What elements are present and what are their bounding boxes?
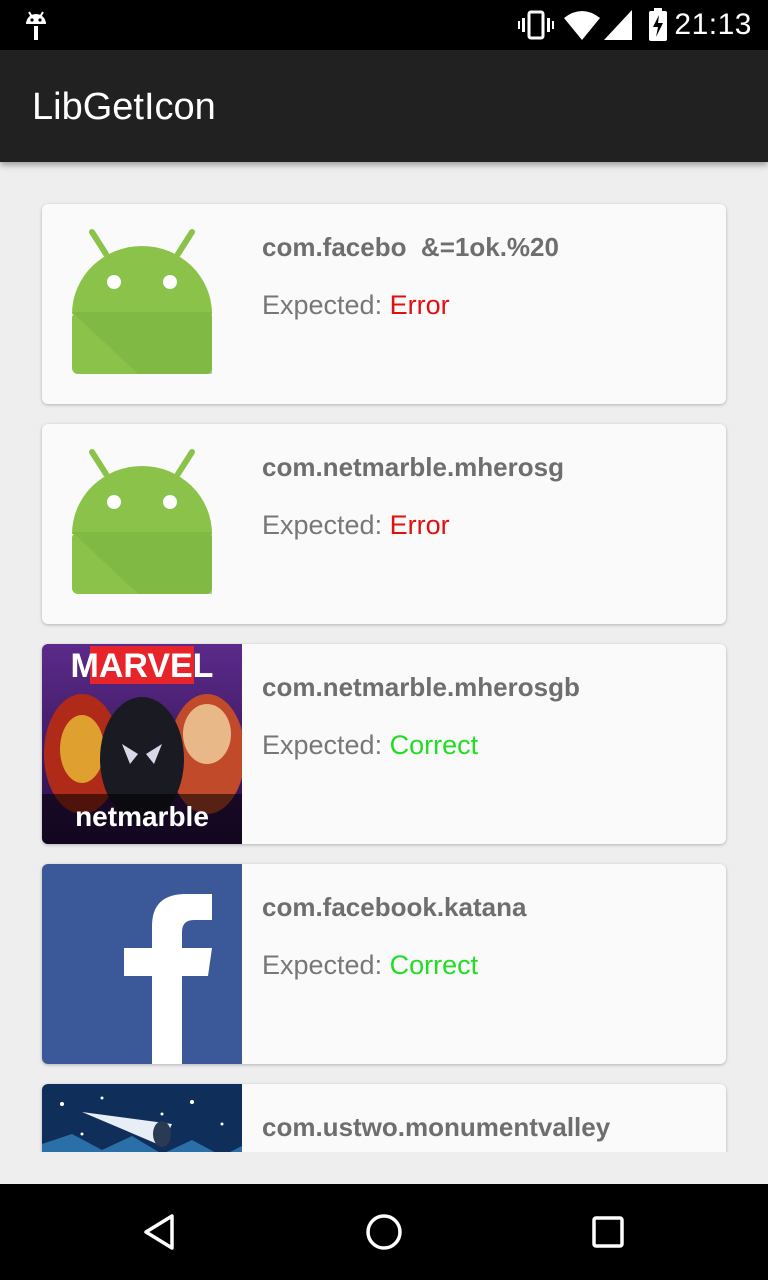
package-list[interactable]: com.facebo &=1ok.%20 Expected: Error com… — [0, 162, 768, 1152]
recents-icon[interactable] — [584, 1208, 632, 1256]
vibrate-icon — [518, 10, 554, 40]
back-icon[interactable] — [136, 1208, 184, 1256]
list-item[interactable]: com.facebook.katana Expected: Correct — [42, 864, 726, 1064]
package-name: com.facebook.katana — [262, 892, 527, 922]
navigation-bar — [0, 1184, 768, 1280]
signal-icon — [604, 10, 632, 40]
expected-label: Expected: — [262, 510, 390, 540]
clock: 21:13 — [674, 8, 752, 41]
expected-label: Expected: — [262, 950, 390, 980]
android-default-icon — [72, 229, 212, 374]
list-item[interactable]: com.netmarble.mherosg Expected: Error — [42, 424, 726, 624]
package-name: com.netmarble.mherosg — [262, 452, 564, 482]
list-item[interactable]: com.ustwo.monumentvalley — [42, 1084, 726, 1152]
expected-status: Expected: Error — [262, 290, 450, 321]
list-item[interactable]: MARVEL netmarble com.netmarble.mherosgb … — [42, 644, 726, 844]
android-debug-icon — [26, 11, 46, 40]
expected-value: Correct — [389, 950, 479, 980]
list-item[interactable]: com.facebo &=1ok.%20 Expected: Error — [42, 204, 726, 404]
expected-value: Error — [389, 510, 450, 540]
expected-status: Expected: Correct — [262, 730, 478, 761]
marvel-text: MARVEL — [71, 647, 214, 685]
battery-charging-icon — [649, 8, 667, 41]
home-icon[interactable] — [360, 1208, 408, 1256]
expected-label: Expected: — [262, 730, 390, 760]
expected-status: Expected: Error — [262, 510, 450, 541]
android-default-icon — [72, 449, 212, 594]
app-title: LibGetIcon — [32, 86, 216, 128]
package-name: com.ustwo.monumentvalley — [262, 1112, 611, 1142]
package-name: com.netmarble.mherosgb — [262, 672, 580, 702]
app-bar: LibGetIcon — [0, 50, 768, 162]
expected-value: Error — [389, 290, 450, 320]
netmarble-text: netmarble — [75, 801, 209, 832]
wifi-icon — [564, 11, 600, 40]
status-bar: 21:13 — [0, 0, 768, 50]
expected-status: Expected: Correct — [262, 950, 478, 981]
expected-label: Expected: — [262, 290, 390, 320]
expected-value: Correct — [389, 730, 479, 760]
marvel-netmarble-icon: MARVEL netmarble — [42, 644, 242, 844]
facebook-icon — [42, 864, 242, 1064]
monument-valley-icon — [42, 1084, 242, 1152]
package-name: com.facebo &=1ok.%20 — [262, 232, 559, 262]
